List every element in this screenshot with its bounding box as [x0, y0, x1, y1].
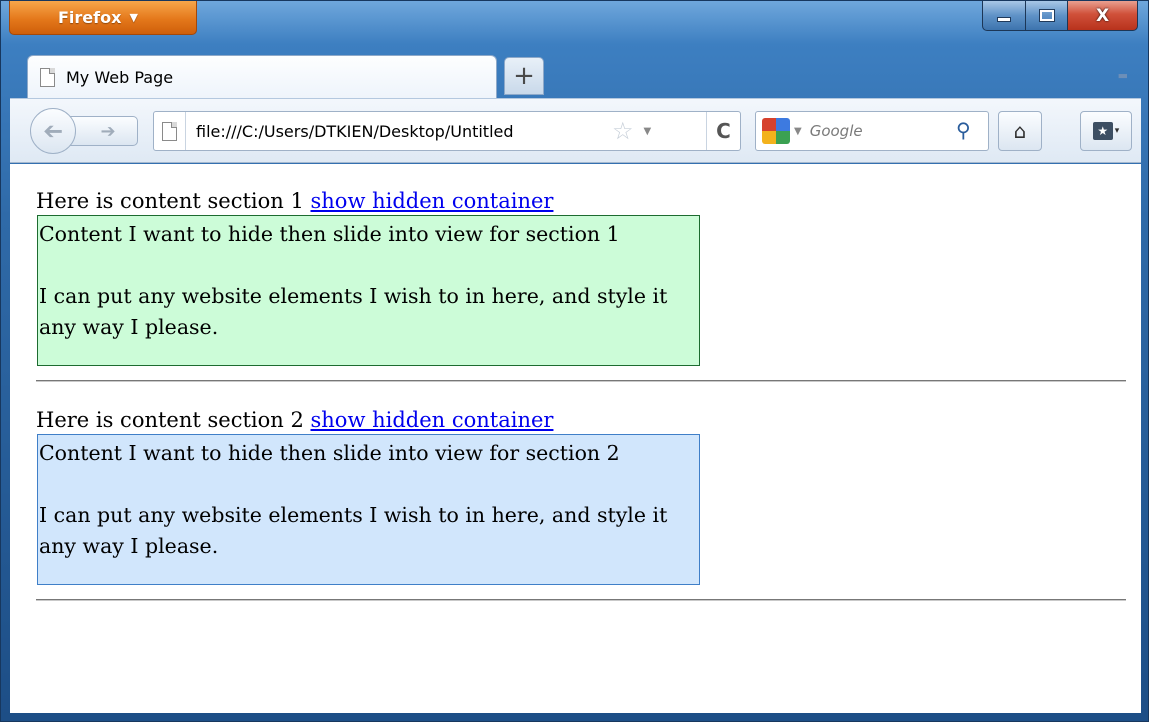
history-dropdown-icon[interactable]: ▼	[644, 126, 652, 137]
chevron-down-icon: ▼	[129, 11, 138, 24]
page-icon	[162, 121, 177, 141]
hidden-container-section-2: Content I want to hide then slide into v…	[37, 434, 700, 585]
search-bar[interactable]: ▼ Google ⚲	[755, 111, 989, 151]
close-window-button[interactable]: X	[1068, 1, 1138, 31]
back-button[interactable]: ➔	[30, 108, 76, 154]
section-intro-text: Here is content section 2	[36, 408, 304, 432]
window-caption-buttons: X	[982, 1, 1138, 31]
horizontal-rule	[36, 599, 1126, 601]
close-icon: X	[1095, 5, 1110, 26]
site-identity-button[interactable]	[154, 112, 186, 150]
search-input[interactable]: Google	[810, 122, 930, 140]
box-text-paragraph: I can put any website elements I wish to…	[39, 503, 668, 558]
section-2-intro: Here is content section 2 show hidden co…	[36, 408, 553, 432]
chevron-down-icon: ▾	[1114, 126, 1120, 136]
engine-dropdown-icon[interactable]: ▼	[794, 126, 802, 137]
new-tab-button[interactable]: +	[504, 57, 544, 95]
firefox-menu-label: Firefox	[58, 8, 122, 27]
bookmarks-button[interactable]: ★ ▾	[1080, 111, 1132, 151]
box-text-line: Content I want to hide then slide into v…	[39, 441, 620, 465]
bookmarks-icon: ★	[1092, 122, 1113, 140]
google-engine-icon[interactable]	[762, 118, 790, 144]
home-icon: ⌂	[1013, 119, 1027, 143]
search-icon[interactable]: ⚲	[956, 118, 980, 144]
reload-icon: C	[716, 119, 731, 143]
back-arrow-icon: ➔	[42, 117, 64, 145]
plus-icon: +	[513, 61, 535, 91]
show-hidden-container-link[interactable]: show hidden container	[311, 189, 554, 213]
minimize-icon	[997, 17, 1011, 22]
home-button[interactable]: ⌂	[998, 111, 1042, 151]
page-icon	[40, 68, 55, 87]
forward-arrow-icon: ➔	[100, 120, 116, 142]
navigation-toolbar: ➔ ➔ file:///C:/Users/DTKIEN/Desktop/Unti…	[10, 98, 1141, 163]
maximize-icon	[1038, 9, 1055, 22]
page-content: Here is content section 1 show hidden co…	[10, 164, 1141, 713]
section-intro-text: Here is content section 1	[36, 189, 304, 213]
maximize-button[interactable]	[1026, 1, 1068, 31]
bookmark-star-icon[interactable]: ☆	[612, 117, 634, 145]
minimize-button[interactable]	[982, 1, 1026, 31]
horizontal-rule	[36, 380, 1126, 382]
section-1-intro: Here is content section 1 show hidden co…	[36, 189, 553, 213]
address-bar[interactable]: file:///C:/Users/DTKIEN/Desktop/Untitled…	[153, 111, 741, 151]
tab-title: My Web Page	[66, 68, 174, 87]
reload-button[interactable]: C	[706, 112, 740, 150]
tab-list-icon[interactable]: ▬	[1118, 69, 1128, 82]
show-hidden-container-link[interactable]: show hidden container	[311, 408, 554, 432]
forward-button[interactable]: ➔	[68, 116, 138, 146]
box-text-paragraph: I can put any website elements I wish to…	[39, 284, 668, 339]
back-forward-group: ➔ ➔	[30, 108, 144, 154]
browser-window: Firefox ▼ X My Web Page + ▬ ➔ ➔ file:///…	[0, 0, 1149, 722]
firefox-menu-button[interactable]: Firefox ▼	[9, 1, 197, 35]
url-input[interactable]: file:///C:/Users/DTKIEN/Desktop/Untitled	[196, 122, 608, 141]
tab-my-web-page[interactable]: My Web Page	[27, 55, 497, 99]
hidden-container-section-1: Content I want to hide then slide into v…	[37, 215, 700, 366]
box-text-line: Content I want to hide then slide into v…	[39, 222, 620, 246]
